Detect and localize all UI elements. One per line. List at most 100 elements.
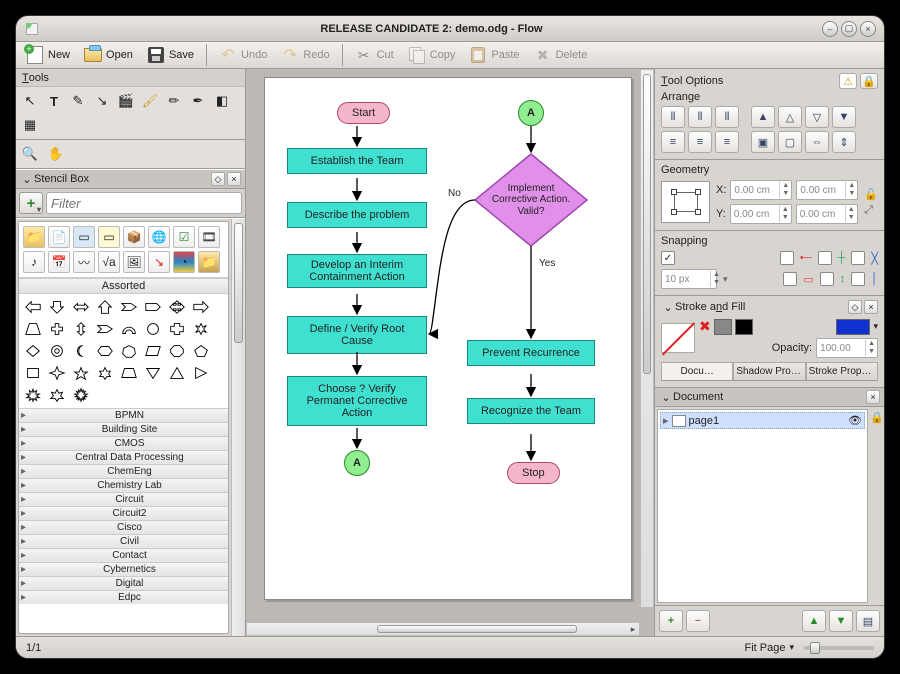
group-button[interactable]: ▣ (751, 131, 775, 153)
shape-triangle-up[interactable] (167, 364, 187, 382)
add-page-button[interactable]: + (659, 610, 683, 632)
collapse-icon[interactable]: ⌄ (20, 173, 34, 186)
node-decision[interactable]: Implement Corrective Action. Valid? (471, 150, 591, 250)
assorted-header[interactable]: Assorted (19, 278, 228, 294)
shape-quad-arrow[interactable] (167, 298, 187, 316)
x-input[interactable]: ▲▼ (730, 180, 792, 200)
fav-folder-icon[interactable]: 📁 (23, 226, 45, 248)
fav-chart-icon[interactable]: ◔ (173, 251, 195, 273)
raise-button[interactable]: △ (778, 106, 802, 128)
snap-guide-checkbox[interactable] (851, 272, 865, 286)
node-start[interactable]: Start (337, 102, 390, 124)
shape-maltese-cross[interactable] (191, 320, 211, 338)
stroke-black-swatch[interactable] (735, 319, 753, 335)
canvas-hscroll[interactable] (246, 622, 640, 636)
pattern-tool[interactable]: ▦ (20, 115, 40, 135)
node-prevent-recurrence[interactable]: Prevent Recurrence (467, 340, 595, 366)
shape-star4[interactable] (47, 364, 67, 382)
shape-parallelogram[interactable] (143, 342, 163, 360)
canvas-viewport[interactable]: Start Establish the Team Describe the pr… (246, 69, 654, 622)
stencil-category[interactable]: ▸Cisco (19, 520, 228, 534)
shape-burst[interactable] (71, 386, 91, 404)
shape-circle[interactable] (143, 320, 163, 338)
new-button[interactable]: New (22, 44, 74, 66)
fav-note-icon[interactable]: ▭ (98, 226, 120, 248)
dist-h-button[interactable]: ⇔ (805, 131, 829, 153)
close-window-button[interactable]: × (860, 21, 876, 37)
fav-window-icon[interactable]: ▭ (73, 226, 95, 248)
shape-heptagon[interactable] (119, 342, 139, 360)
pencil-tool[interactable]: ✏ (164, 91, 184, 111)
shape-chevron[interactable] (95, 320, 115, 338)
stencil-category[interactable]: ▸Central Data Processing (19, 450, 228, 464)
node-recognize-team[interactable]: Recognize the Team (467, 398, 595, 424)
shape-moon[interactable] (71, 342, 91, 360)
tab-shadow-properties[interactable]: Shadow Proper… (733, 362, 805, 380)
fav-music-icon[interactable]: ♪ (23, 251, 45, 273)
align-top-button[interactable]: ≡ (661, 131, 685, 153)
text-tool[interactable]: T (44, 91, 64, 111)
fav-image-icon[interactable]: 🖼 (123, 251, 145, 273)
shape-cross[interactable] (167, 320, 187, 338)
zoom-slider[interactable] (804, 646, 874, 650)
shape-star6[interactable] (95, 364, 115, 382)
shape-trapezoid-up[interactable] (23, 320, 43, 338)
shape-trapezoid[interactable] (119, 364, 139, 382)
no-fill-preview[interactable] (661, 323, 695, 353)
float-panel-icon[interactable]: ◇ (211, 172, 225, 186)
stencil-category[interactable]: ▸Building Site (19, 422, 228, 436)
move-up-button[interactable]: ▲ (802, 610, 826, 632)
stencil-filter-input[interactable] (46, 192, 242, 214)
shape-star8[interactable] (23, 386, 43, 404)
visibility-icon[interactable]: 👁 (848, 414, 862, 427)
shape-arrow-bi[interactable] (71, 298, 91, 316)
align-right-button[interactable]: ⦀ (715, 106, 739, 128)
node-root-cause[interactable]: Define / Verify Root Cause (287, 316, 427, 354)
snap-int-checkbox[interactable] (851, 251, 865, 265)
remove-page-button[interactable]: − (686, 610, 710, 632)
stencil-category[interactable]: ▸Contact (19, 548, 228, 562)
zoom-tool[interactable]: 🔍 (20, 144, 40, 164)
fill-color-swatch[interactable] (836, 319, 870, 335)
collapse-icon[interactable]: ⌄ (659, 391, 673, 404)
scrollbar-thumb[interactable] (377, 625, 577, 633)
fav-page-icon[interactable]: 📄 (48, 226, 70, 248)
stencil-category[interactable]: ▸BPMN (19, 408, 228, 422)
lower-button[interactable]: ▽ (805, 106, 829, 128)
warning-icon[interactable]: ⚠ (839, 73, 857, 89)
align-center-v-button[interactable]: ≡ (688, 131, 712, 153)
no-fill-icon[interactable]: ✖ (699, 318, 711, 335)
snap-distance-input[interactable]: ▲▼ (661, 269, 717, 289)
snap-ext-checkbox[interactable] (818, 251, 832, 265)
expand-icon[interactable]: ▸ (663, 414, 669, 427)
stencil-category[interactable]: ▸ChemEng (19, 464, 228, 478)
snap-node-checkbox[interactable] (780, 251, 794, 265)
opacity-input[interactable]: ▲▼ (816, 338, 878, 358)
connector-tool[interactable]: ↘ (92, 91, 112, 111)
snap-ortho-checkbox[interactable] (820, 272, 834, 286)
shape-donut[interactable] (47, 342, 67, 360)
pan-tool[interactable]: ✋ (46, 144, 66, 164)
float-panel-icon[interactable]: ◇ (848, 300, 862, 314)
stencil-list[interactable]: 📁 📄 ▭ ▭ 📦 🌐 ☑ 🎞 ♪ 📅 〰 √a 🖼 ↘ (18, 221, 229, 634)
shape-arrow-notch[interactable] (119, 298, 139, 316)
undo-button[interactable]: Undo (215, 44, 271, 66)
w-input[interactable]: ▲▼ (796, 180, 858, 200)
snap-enable-checkbox[interactable]: ✓ (661, 251, 675, 265)
gradient-tool[interactable]: ◧ (212, 91, 232, 111)
canvas-vscroll[interactable] (640, 69, 654, 608)
shape-arrow-left[interactable] (23, 298, 43, 316)
pointer-tool[interactable]: ↖ (20, 91, 40, 111)
shape-arrow-down[interactable] (47, 298, 67, 316)
fav-curve-icon[interactable]: ↘ (148, 251, 170, 273)
align-left-button[interactable]: ⦀ (661, 106, 685, 128)
close-panel-icon[interactable]: × (866, 390, 880, 404)
maximize-button[interactable]: ▢ (841, 21, 857, 37)
shape-cross-arrow[interactable] (47, 320, 67, 338)
lock-pos-icon[interactable]: 🔓 (864, 188, 878, 201)
minimize-button[interactable]: – (822, 21, 838, 37)
shape-hexagon[interactable] (95, 342, 115, 360)
fav-globe-icon[interactable]: 🌐 (148, 226, 170, 248)
stencil-category[interactable]: ▸Chemistry Lab (19, 478, 228, 492)
ungroup-button[interactable]: ▢ (778, 131, 802, 153)
